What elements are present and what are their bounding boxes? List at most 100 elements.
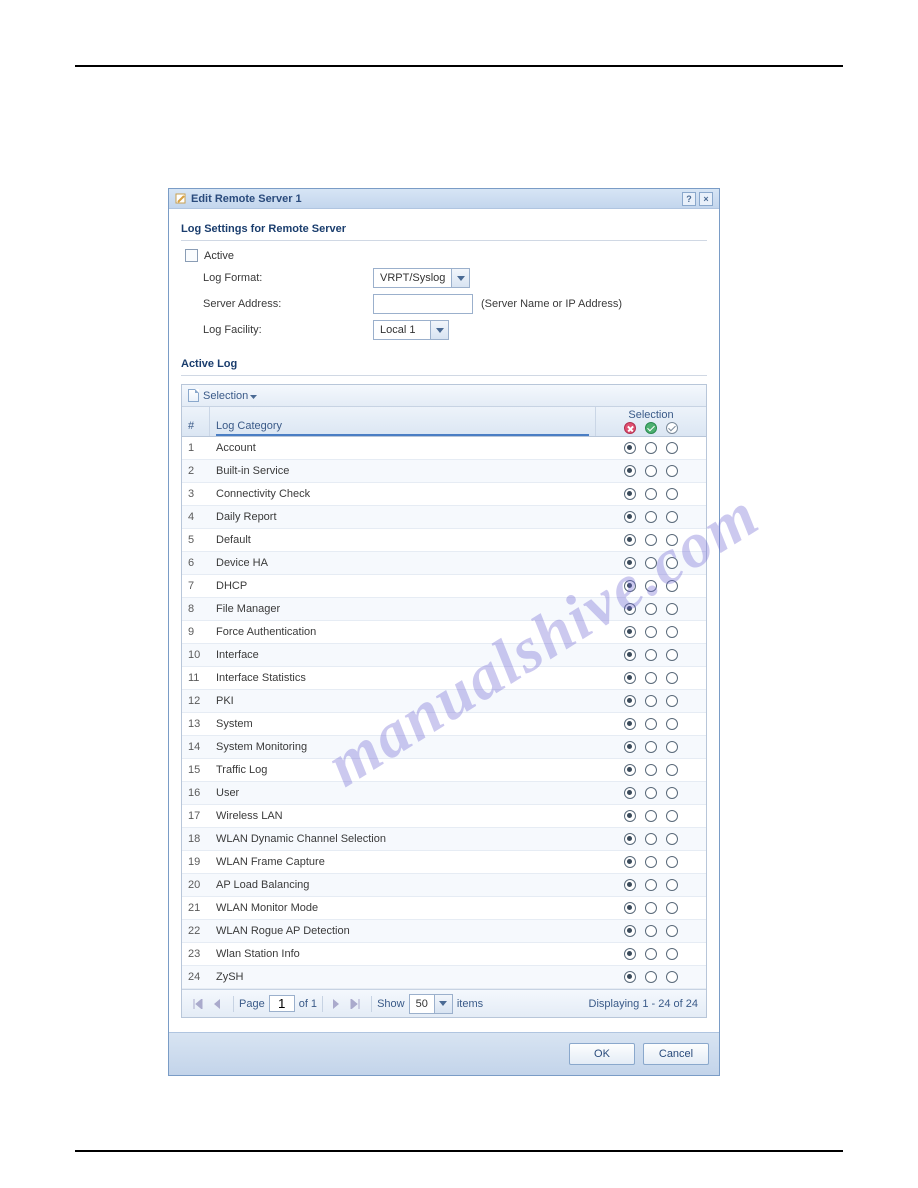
cancel-button[interactable]: Cancel — [643, 1043, 709, 1065]
disable-all-icon[interactable] — [624, 422, 636, 434]
radio-option-2[interactable] — [645, 626, 657, 638]
radio-option-2[interactable] — [645, 442, 657, 454]
radio-option-1[interactable] — [624, 580, 636, 592]
radio-option-3[interactable] — [666, 879, 678, 891]
page-size-select[interactable]: 50 — [409, 994, 453, 1014]
radio-option-2[interactable] — [645, 948, 657, 960]
radio-option-2[interactable] — [645, 833, 657, 845]
radio-option-1[interactable] — [624, 465, 636, 477]
radio-option-2[interactable] — [645, 925, 657, 937]
radio-option-3[interactable] — [666, 833, 678, 845]
radio-option-3[interactable] — [666, 925, 678, 937]
radio-option-3[interactable] — [666, 557, 678, 569]
first-page-button[interactable] — [190, 996, 206, 1012]
enable-all-icon[interactable] — [645, 422, 657, 434]
radio-option-1[interactable] — [624, 925, 636, 937]
radio-option-1[interactable] — [624, 603, 636, 615]
ok-button[interactable]: OK — [569, 1043, 635, 1065]
radio-option-3[interactable] — [666, 764, 678, 776]
radio-option-3[interactable] — [666, 465, 678, 477]
radio-option-3[interactable] — [666, 603, 678, 615]
row-selection — [596, 833, 706, 845]
radio-option-1[interactable] — [624, 626, 636, 638]
table-row: 23Wlan Station Info — [182, 943, 706, 966]
radio-option-1[interactable] — [624, 879, 636, 891]
radio-option-1[interactable] — [624, 856, 636, 868]
radio-option-2[interactable] — [645, 534, 657, 546]
radio-option-3[interactable] — [666, 902, 678, 914]
radio-option-1[interactable] — [624, 902, 636, 914]
radio-option-2[interactable] — [645, 557, 657, 569]
radio-option-2[interactable] — [645, 603, 657, 615]
radio-option-1[interactable] — [624, 695, 636, 707]
radio-option-3[interactable] — [666, 511, 678, 523]
radio-option-2[interactable] — [645, 580, 657, 592]
radio-option-3[interactable] — [666, 948, 678, 960]
log-format-row: Log Format: VRPT/Syslog — [181, 268, 707, 288]
radio-option-1[interactable] — [624, 787, 636, 799]
radio-option-2[interactable] — [645, 856, 657, 868]
radio-option-1[interactable] — [624, 948, 636, 960]
radio-option-2[interactable] — [645, 488, 657, 500]
radio-option-3[interactable] — [666, 856, 678, 868]
server-address-input[interactable] — [373, 294, 473, 314]
radio-option-3[interactable] — [666, 810, 678, 822]
radio-option-3[interactable] — [666, 488, 678, 500]
radio-option-3[interactable] — [666, 741, 678, 753]
radio-option-3[interactable] — [666, 971, 678, 983]
close-button[interactable]: × — [699, 192, 713, 206]
radio-option-2[interactable] — [645, 787, 657, 799]
radio-option-3[interactable] — [666, 718, 678, 730]
neutral-all-icon[interactable] — [666, 422, 678, 434]
radio-option-3[interactable] — [666, 649, 678, 661]
radio-option-3[interactable] — [666, 580, 678, 592]
next-page-button[interactable] — [328, 996, 344, 1012]
help-button[interactable]: ? — [682, 192, 696, 206]
row-category: User — [210, 787, 596, 799]
radio-option-2[interactable] — [645, 971, 657, 983]
radio-option-3[interactable] — [666, 672, 678, 684]
radio-option-2[interactable] — [645, 764, 657, 776]
radio-option-2[interactable] — [645, 511, 657, 523]
radio-option-3[interactable] — [666, 787, 678, 799]
col-number-header[interactable]: # — [182, 407, 210, 436]
col-category-header[interactable]: Log Category — [210, 407, 596, 436]
page-input[interactable] — [269, 995, 295, 1012]
radio-option-1[interactable] — [624, 534, 636, 546]
radio-option-2[interactable] — [645, 879, 657, 891]
radio-option-1[interactable] — [624, 810, 636, 822]
radio-option-1[interactable] — [624, 741, 636, 753]
radio-option-3[interactable] — [666, 626, 678, 638]
radio-option-2[interactable] — [645, 902, 657, 914]
radio-option-1[interactable] — [624, 764, 636, 776]
radio-option-2[interactable] — [645, 741, 657, 753]
radio-option-3[interactable] — [666, 442, 678, 454]
radio-option-1[interactable] — [624, 488, 636, 500]
radio-option-2[interactable] — [645, 695, 657, 707]
radio-option-3[interactable] — [666, 695, 678, 707]
radio-option-3[interactable] — [666, 534, 678, 546]
log-facility-select[interactable]: Local 1 — [373, 320, 449, 340]
active-checkbox[interactable] — [185, 249, 198, 262]
radio-option-2[interactable] — [645, 465, 657, 477]
radio-option-1[interactable] — [624, 557, 636, 569]
last-page-button[interactable] — [347, 996, 363, 1012]
radio-option-1[interactable] — [624, 971, 636, 983]
radio-option-2[interactable] — [645, 718, 657, 730]
radio-option-1[interactable] — [624, 511, 636, 523]
selection-tool-button[interactable]: Selection — [188, 389, 257, 402]
radio-option-1[interactable] — [624, 718, 636, 730]
table-row: 10Interface — [182, 644, 706, 667]
table-row: 8File Manager — [182, 598, 706, 621]
radio-option-2[interactable] — [645, 810, 657, 822]
selection-tool-label: Selection — [203, 390, 248, 402]
radio-option-2[interactable] — [645, 649, 657, 661]
radio-option-1[interactable] — [624, 833, 636, 845]
radio-option-1[interactable] — [624, 442, 636, 454]
radio-option-2[interactable] — [645, 672, 657, 684]
log-format-select[interactable]: VRPT/Syslog — [373, 268, 470, 288]
table-row: 6Device HA — [182, 552, 706, 575]
radio-option-1[interactable] — [624, 672, 636, 684]
prev-page-button[interactable] — [209, 996, 225, 1012]
radio-option-1[interactable] — [624, 649, 636, 661]
